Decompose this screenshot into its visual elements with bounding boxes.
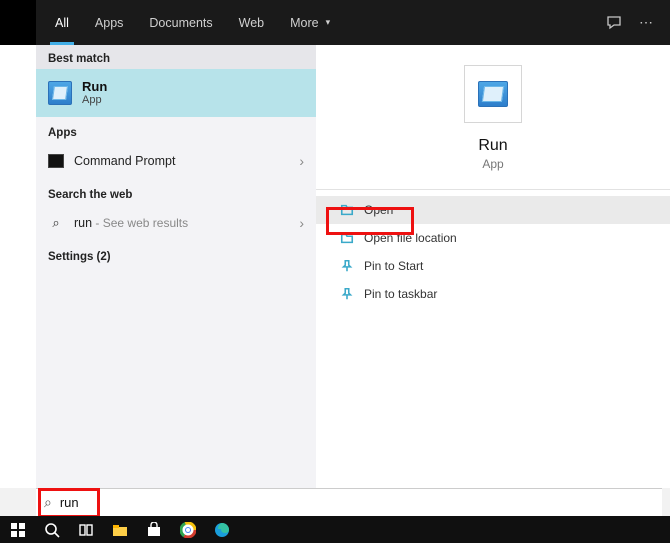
detail-icon bbox=[464, 65, 522, 123]
feedback-icon[interactable] bbox=[598, 0, 630, 45]
taskbar bbox=[0, 516, 670, 543]
best-match-subtitle: App bbox=[82, 94, 107, 106]
section-web: Search the web bbox=[36, 179, 316, 205]
action-open-file-location[interactable]: Open file location bbox=[316, 224, 670, 252]
taskbar-chrome[interactable] bbox=[172, 516, 204, 543]
action-label: Pin to Start bbox=[364, 259, 423, 273]
best-match-run[interactable]: Run App bbox=[36, 69, 316, 117]
search-input[interactable] bbox=[60, 495, 654, 510]
detail-subtitle: App bbox=[482, 157, 503, 171]
run-icon bbox=[478, 81, 508, 107]
best-match-title: Run bbox=[82, 80, 107, 95]
run-icon bbox=[48, 81, 72, 105]
action-label: Pin to taskbar bbox=[364, 287, 437, 301]
section-best-match: Best match bbox=[36, 45, 316, 69]
tab-all[interactable]: All bbox=[42, 0, 82, 45]
search-icon: ⌕ bbox=[44, 494, 52, 511]
search-bar[interactable]: ⌕ bbox=[36, 488, 662, 516]
divider bbox=[316, 189, 670, 190]
start-button[interactable] bbox=[2, 516, 34, 543]
action-open[interactable]: Open bbox=[316, 196, 670, 224]
result-web-run[interactable]: ⌕ run - See web results › bbox=[36, 205, 316, 241]
pin-icon bbox=[340, 287, 354, 301]
options-icon[interactable]: ⋯ bbox=[630, 0, 662, 45]
pin-icon bbox=[340, 259, 354, 273]
section-settings: Settings (2) bbox=[36, 241, 316, 267]
result-label: Command Prompt bbox=[74, 154, 175, 168]
result-command-prompt[interactable]: Command Prompt › bbox=[36, 143, 316, 179]
tab-apps[interactable]: Apps bbox=[82, 0, 137, 45]
tab-documents[interactable]: Documents bbox=[136, 0, 225, 45]
taskbar-task-view[interactable] bbox=[70, 516, 102, 543]
command-prompt-icon bbox=[48, 154, 64, 168]
chevron-right-icon: › bbox=[299, 153, 304, 169]
taskbar-search-button[interactable] bbox=[36, 516, 68, 543]
action-label: Open bbox=[364, 203, 393, 217]
search-icon: ⌕ bbox=[48, 215, 64, 231]
action-pin-to-taskbar[interactable]: Pin to taskbar bbox=[316, 280, 670, 308]
search-results-panel: Best match Run App Apps Command Prompt ›… bbox=[0, 45, 670, 488]
chevron-right-icon: › bbox=[299, 215, 304, 231]
action-label: Open file location bbox=[364, 231, 457, 245]
tab-web[interactable]: Web bbox=[226, 0, 277, 45]
web-secondary: - See web results bbox=[92, 216, 188, 230]
open-icon bbox=[340, 203, 354, 217]
tab-more[interactable]: More bbox=[277, 0, 343, 45]
section-apps: Apps bbox=[36, 117, 316, 143]
results-list: Best match Run App Apps Command Prompt ›… bbox=[36, 45, 316, 488]
folder-icon bbox=[340, 231, 354, 245]
action-pin-to-start[interactable]: Pin to Start bbox=[316, 252, 670, 280]
taskbar-store[interactable] bbox=[138, 516, 170, 543]
taskbar-file-explorer[interactable] bbox=[104, 516, 136, 543]
detail-pane: Run App Open Open file location Pin to S… bbox=[316, 45, 670, 488]
taskbar-edge[interactable] bbox=[206, 516, 238, 543]
filter-tabs-bar: All Apps Documents Web More ⋯ bbox=[0, 0, 670, 45]
web-query: run bbox=[74, 216, 92, 230]
detail-title: Run bbox=[478, 137, 507, 155]
top-left-corner bbox=[0, 0, 36, 45]
